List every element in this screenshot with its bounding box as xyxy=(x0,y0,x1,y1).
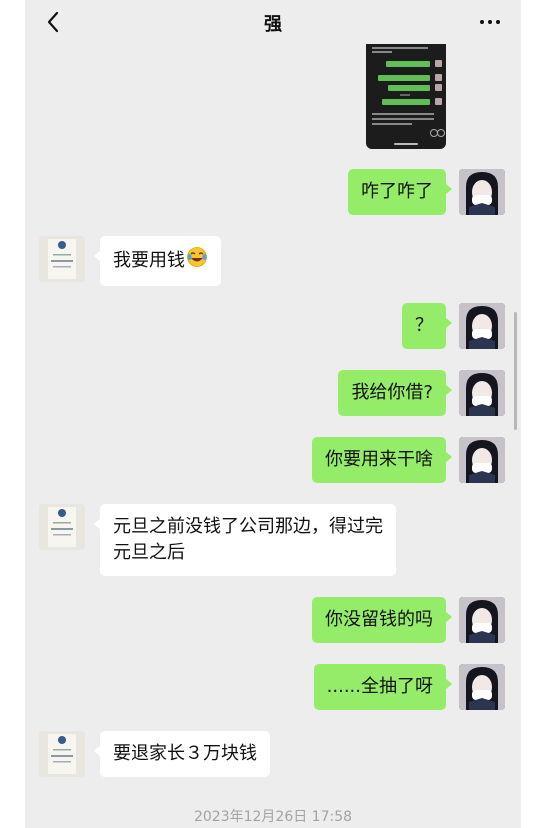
my-avatar[interactable] xyxy=(459,370,505,416)
shared-screenshot-image[interactable] xyxy=(366,44,446,149)
my-avatar[interactable] xyxy=(459,664,505,710)
chat-window: 强 咋了咋了 我要用钱 ？ 我给你借? 你要用来干啥 元旦之前没钱了公司那边，得… xyxy=(25,0,521,828)
my-avatar[interactable] xyxy=(459,169,505,215)
contact-avatar[interactable] xyxy=(39,504,85,550)
avatar-image xyxy=(39,236,85,282)
message-text-line: 元旦之前没钱了公司那边，得过完 xyxy=(113,516,383,537)
avatar-image xyxy=(459,664,505,710)
scrollbar[interactable] xyxy=(514,312,517,430)
avatar-image xyxy=(459,303,505,349)
message-bubble[interactable]: 咋了咋了 xyxy=(348,169,452,215)
message-bubble[interactable]: 你没留钱的吗 xyxy=(312,597,452,643)
message-bubble[interactable]: 我给你借? xyxy=(338,370,452,416)
chat-header: 强 xyxy=(25,0,521,44)
message-text: 我要用钱 xyxy=(113,250,185,271)
message-text: 咋了咋了 xyxy=(361,181,433,202)
more-dots-icon xyxy=(480,20,484,24)
message-bubble[interactable]: 要退家长３万块钱 xyxy=(94,731,270,777)
contact-avatar[interactable] xyxy=(39,236,85,282)
avatar-image xyxy=(459,437,505,483)
message-bubble[interactable]: 元旦之前没钱了公司那边，得过完 元旦之后 xyxy=(94,504,396,576)
message-text: 你没留钱的吗 xyxy=(325,609,433,630)
my-avatar[interactable] xyxy=(459,597,505,643)
message-bubble[interactable]: ......全抽了呀 xyxy=(313,664,453,710)
my-avatar[interactable] xyxy=(459,437,505,483)
message-bubble[interactable]: ？ xyxy=(402,303,452,349)
avatar-image xyxy=(39,504,85,550)
avatar-image xyxy=(459,597,505,643)
message-text: 我给你借? xyxy=(351,382,433,403)
contact-avatar[interactable] xyxy=(39,731,85,777)
chat-title: 强 xyxy=(264,14,282,35)
message-bubble[interactable]: 我要用钱 xyxy=(94,236,221,286)
avatar-image xyxy=(39,731,85,777)
more-options-button[interactable] xyxy=(473,6,507,38)
my-avatar[interactable] xyxy=(459,303,505,349)
avatar-image xyxy=(459,169,505,215)
avatar-image xyxy=(459,370,505,416)
message-bubble[interactable]: 你要用来干啥 xyxy=(312,437,452,483)
message-text: ？ xyxy=(415,315,433,336)
message-text: 你要用来干啥 xyxy=(325,449,433,470)
message-text: 要退家长３万块钱 xyxy=(113,743,257,764)
message-timestamp: 2023年12月26日 17:58 xyxy=(193,809,353,825)
laughing-crying-emoji-icon xyxy=(186,246,208,276)
message-text-line: 元旦之后 xyxy=(113,542,185,563)
message-text: ......全抽了呀 xyxy=(326,676,433,697)
